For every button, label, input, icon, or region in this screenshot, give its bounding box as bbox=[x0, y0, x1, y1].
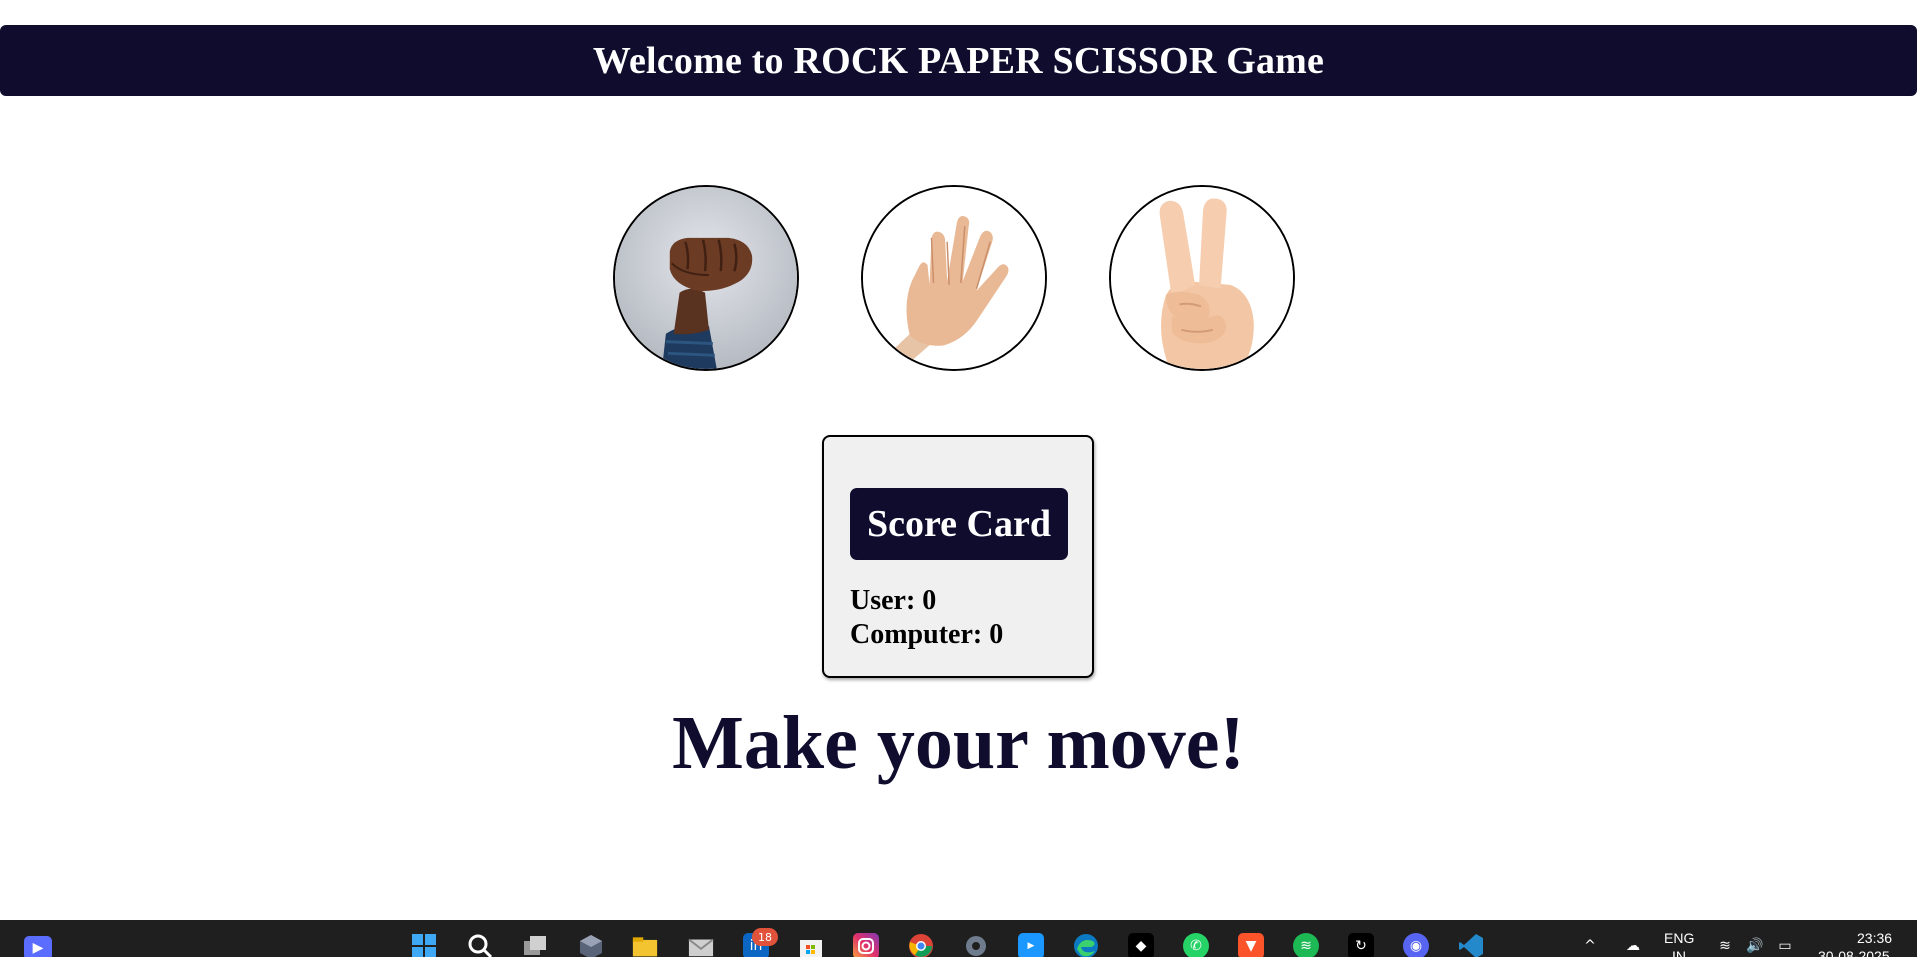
rock-choice-button[interactable] bbox=[613, 185, 799, 371]
instagram-icon[interactable] bbox=[853, 933, 879, 957]
scissors-choice-button[interactable] bbox=[1109, 185, 1295, 371]
vscode-icon[interactable] bbox=[1458, 933, 1484, 957]
spotify-icon[interactable]: ≋ bbox=[1293, 933, 1319, 957]
chevron-up-icon[interactable]: ^ bbox=[1577, 933, 1603, 957]
widgets-icon[interactable]: ▶ bbox=[24, 936, 52, 957]
scissors-hand-icon bbox=[1111, 187, 1293, 369]
sync-app-icon[interactable]: ↻ bbox=[1348, 933, 1374, 957]
prime-video-icon[interactable]: ▶ bbox=[1018, 933, 1044, 957]
score-card-title: Score Card bbox=[850, 488, 1068, 560]
onedrive-cloud-icon[interactable]: ☁ bbox=[1620, 933, 1646, 957]
rock-fist-icon bbox=[615, 187, 797, 369]
whatsapp-icon[interactable]: ✆ bbox=[1183, 933, 1209, 957]
app-cube-icon[interactable] bbox=[578, 933, 604, 957]
brave-icon[interactable]: ▼ bbox=[1238, 933, 1264, 957]
choices-row bbox=[613, 185, 1295, 371]
start-icon[interactable] bbox=[411, 933, 437, 957]
settings-gear-icon[interactable] bbox=[963, 933, 989, 957]
edge-icon[interactable] bbox=[1073, 933, 1099, 957]
mail-icon[interactable] bbox=[688, 933, 714, 957]
clock-time[interactable]: 23:36 bbox=[1857, 930, 1892, 946]
language-region: IN bbox=[1672, 948, 1686, 957]
score-card: Score Card User: 0 Computer: 0 bbox=[822, 435, 1094, 678]
linkedin-notification-badge: 18 bbox=[752, 928, 778, 946]
computer-score: Computer: 0 bbox=[850, 619, 1004, 650]
status-message: Make your move! bbox=[672, 701, 1245, 785]
file-explorer-icon[interactable] bbox=[632, 933, 658, 957]
clock-date[interactable]: 30-08-2025 bbox=[1818, 948, 1890, 957]
microsoft-store-icon[interactable] bbox=[798, 933, 824, 957]
header-bar: Welcome to ROCK PAPER SCISSOR Game bbox=[0, 25, 1917, 96]
wifi-icon[interactable]: ≋ bbox=[1712, 933, 1738, 957]
search-icon[interactable] bbox=[467, 933, 493, 957]
page-title: Welcome to ROCK PAPER SCISSOR Game bbox=[592, 39, 1325, 82]
language-indicator[interactable]: ENG bbox=[1664, 930, 1694, 946]
paper-hand-icon bbox=[863, 187, 1045, 369]
game-page: Welcome to ROCK PAPER SCISSOR Game Score… bbox=[0, 0, 1917, 957]
paper-choice-button[interactable] bbox=[861, 185, 1047, 371]
volume-icon[interactable]: 🔊 bbox=[1742, 933, 1768, 957]
task-view-icon[interactable] bbox=[522, 933, 548, 957]
battery-icon[interactable]: ▭ bbox=[1772, 933, 1798, 957]
epic-games-icon[interactable]: ◆ bbox=[1128, 933, 1154, 957]
chrome-icon[interactable] bbox=[908, 933, 934, 957]
user-score: User: 0 bbox=[850, 585, 937, 616]
discord-icon[interactable]: ◉ bbox=[1403, 933, 1429, 957]
